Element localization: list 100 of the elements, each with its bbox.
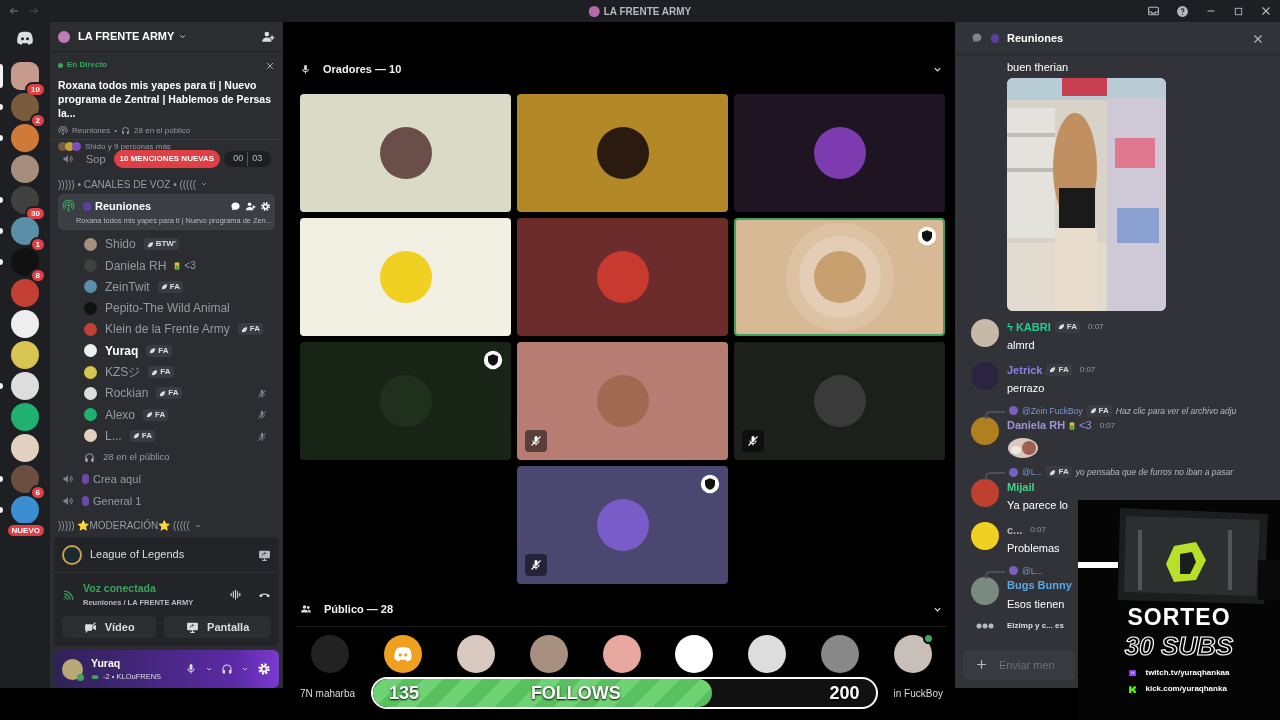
avatar[interactable] — [971, 577, 999, 606]
audience-avatar[interactable] — [821, 635, 860, 673]
server-icon[interactable] — [11, 340, 39, 369]
audience-count[interactable]: 28 en el público — [103, 450, 170, 465]
soundboard-icon[interactable] — [229, 588, 242, 601]
audience-name[interactable]: in FuckBoy — [893, 685, 943, 701]
share-screen-icon[interactable] — [258, 548, 271, 562]
speaker-tile[interactable] — [300, 218, 511, 336]
speaker-tile[interactable] — [734, 94, 945, 212]
audience-name[interactable]: 7N maharba — [300, 685, 356, 701]
author-name[interactable]: Mijail — [1007, 478, 1035, 495]
member-name[interactable]: L... — [105, 426, 122, 445]
speaker-tile[interactable] — [300, 94, 511, 212]
maximize-icon[interactable] — [1233, 5, 1244, 17]
avatar[interactable] — [62, 658, 83, 680]
avatar[interactable] — [971, 521, 999, 550]
chevron-icon[interactable] — [205, 665, 213, 673]
user-name[interactable]: Yuraq — [91, 655, 162, 672]
server-icon[interactable] — [11, 309, 39, 338]
server-icon[interactable] — [11, 371, 39, 400]
speaker-tile[interactable] — [300, 342, 511, 460]
member-name[interactable]: Yuraq — [105, 341, 139, 360]
avatar — [84, 322, 97, 336]
share-screen-icon — [186, 620, 200, 634]
audience-avatar[interactable] — [602, 635, 641, 673]
server-name[interactable]: LA FRENTE ARMY — [78, 28, 175, 45]
reply-author[interactable]: @L... — [1022, 465, 1043, 479]
speaker-tile[interactable] — [734, 218, 945, 336]
message-time: 0:07 — [1087, 320, 1104, 333]
category-name[interactable]: ))))) ⭐MODERACIÓN⭐ ((((( — [58, 518, 190, 534]
mentions-pill[interactable]: 10 MENCIONES NUEVAS — [113, 150, 221, 168]
reply-text[interactable]: Haz clic para ver el archivo adju — [1115, 404, 1237, 418]
leaf-icon — [160, 283, 168, 291]
member-name[interactable]: Shido — [105, 235, 136, 254]
settings-icon[interactable] — [260, 200, 271, 212]
avatar[interactable] — [971, 417, 999, 446]
author-name[interactable]: Jetrick — [1007, 361, 1043, 378]
author-name[interactable]: Bugs Bunny — [1007, 577, 1072, 594]
speaker-tile[interactable] — [517, 466, 728, 584]
audience-avatar[interactable] — [383, 635, 422, 673]
poster-title: SORTEO — [1127, 606, 1231, 629]
member-name[interactable]: ZeinTwit — [105, 277, 150, 296]
poster-subtitle: 30 SUBS — [1124, 633, 1234, 659]
message-text: Esos tienen — [1007, 596, 1066, 612]
member-name[interactable]: Pepito-The Wild Animal — [105, 299, 230, 318]
speaker-tile[interactable] — [517, 218, 728, 336]
help-icon[interactable] — [1176, 4, 1189, 18]
chevron-icon[interactable] — [178, 32, 188, 41]
message-text: Ya parece lo — [1007, 498, 1068, 513]
shield-badge-icon — [700, 474, 720, 494]
current-count: 135 — [389, 681, 420, 705]
member-name[interactable]: Alexo — [105, 405, 136, 424]
channel-name[interactable]: General 1 — [93, 492, 142, 510]
leaf-icon — [1049, 468, 1057, 476]
author-name[interactable]: ϟ KABRI — [1007, 318, 1051, 335]
author-status: <3 — [1079, 418, 1092, 434]
member-name[interactable]: Klein de la Frente Army — [105, 320, 230, 339]
close-icon[interactable] — [1252, 32, 1264, 45]
audience-avatar[interactable] — [456, 635, 495, 673]
author-name[interactable]: Daniela RH — [1007, 417, 1066, 434]
reply-author[interactable]: @Zein FuckBoy — [1022, 404, 1083, 418]
speaker-tile[interactable] — [517, 342, 728, 460]
category-name[interactable]: ))))) • CANALES DE VOZ • ((((( — [58, 176, 197, 192]
server-icon[interactable] — [11, 402, 39, 431]
speaker-tile[interactable] — [734, 342, 945, 460]
speaker-tile[interactable] — [517, 94, 728, 212]
settings-icon[interactable] — [257, 662, 271, 676]
add-member-icon[interactable] — [261, 30, 275, 45]
reply-author[interactable]: @L... — [1022, 564, 1043, 578]
member-name[interactable]: KZSジ — [105, 363, 141, 382]
message-time: 0:07 — [1079, 363, 1096, 376]
inbox-icon[interactable] — [1147, 4, 1160, 18]
server-icon[interactable] — [11, 433, 39, 462]
avatar[interactable] — [971, 318, 999, 347]
headphones-icon[interactable] — [221, 663, 233, 675]
author-name[interactable]: c... — [1007, 521, 1023, 538]
member-name[interactable]: Rockian — [105, 384, 149, 403]
back-arrow-icon[interactable] — [8, 5, 20, 17]
leaf-icon — [146, 240, 154, 248]
reply-text[interactable]: yo pensaba que de furros no iban a pasar — [1075, 465, 1234, 479]
audience-avatar[interactable] — [748, 635, 787, 673]
channel-name[interactable]: Crea aquí — [93, 470, 142, 488]
close-icon[interactable] — [1260, 5, 1272, 17]
audience-avatar[interactable] — [894, 635, 932, 673]
microphone-icon[interactable] — [185, 663, 197, 675]
call-button[interactable]: Pantalla — [164, 616, 271, 638]
chevron-icon[interactable] — [241, 665, 249, 673]
member-name[interactable]: Daniela RH — [105, 256, 167, 275]
headphones-icon — [121, 126, 131, 135]
server-icon[interactable] — [11, 61, 39, 90]
live-title[interactable]: Roxana todos mis yapes para ti | Nuevo programa de Zentral | Hablemos de Persas la... — [58, 78, 275, 121]
add-member-icon[interactable] — [245, 200, 256, 212]
voice-status[interactable]: Voz conectada — [83, 581, 194, 597]
channel-name[interactable]: Sop — [86, 150, 106, 168]
call-button[interactable]: Vídeo — [62, 616, 157, 638]
audience-avatar[interactable] — [529, 635, 568, 673]
server-icon — [58, 30, 70, 43]
audience-avatar[interactable] — [675, 635, 714, 673]
close-icon[interactable] — [265, 60, 275, 71]
plus-icon[interactable] — [975, 658, 988, 671]
